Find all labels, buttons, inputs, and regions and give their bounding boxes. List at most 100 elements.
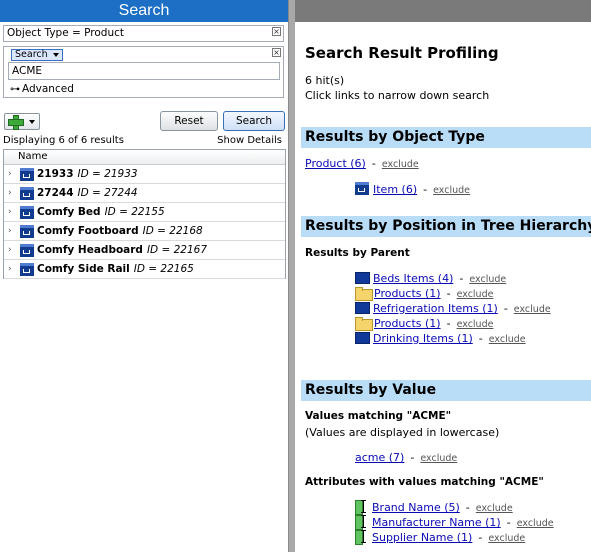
folder-icon — [355, 287, 373, 301]
product-link[interactable]: Product (6) — [305, 157, 366, 170]
reset-button[interactable]: Reset — [160, 111, 218, 131]
plus-icon — [8, 115, 24, 130]
value-link[interactable]: acme (7) — [355, 451, 404, 464]
advanced-label: Advanced — [22, 83, 74, 95]
folder-icon — [355, 317, 373, 331]
exclude-link[interactable]: exclude — [488, 533, 525, 544]
search-input[interactable]: ACME — [8, 62, 280, 80]
attribute-item: Manufacturer Name (1) - exclude — [355, 515, 554, 530]
search-mode-label: Search — [15, 49, 48, 60]
hint-text: Click links to narrow down search — [305, 89, 490, 102]
exclude-link[interactable]: exclude — [476, 503, 513, 514]
profiling-header-bar — [295, 0, 591, 22]
expand-icon[interactable]: › — [8, 184, 12, 202]
page-title: Search Result Profiling — [305, 44, 499, 62]
exclude-link[interactable]: exclude — [382, 159, 419, 170]
parent-item: Products (1) - exclude — [355, 317, 493, 331]
parent-link[interactable]: Products (1) — [374, 317, 441, 330]
search-button[interactable]: Search — [223, 111, 285, 131]
exclude-link[interactable]: exclude — [457, 319, 494, 330]
separator: - — [423, 183, 428, 196]
expand-icon[interactable]: › — [8, 241, 12, 259]
table-row[interactable]: › Comfy Bed ID = 22155 — [4, 203, 285, 222]
exclude-link[interactable]: exclude — [517, 518, 554, 529]
exclude-link[interactable]: exclude — [433, 185, 470, 196]
object-type-product: Product (6) - exclude — [305, 157, 419, 171]
key-icon: ⊶ — [10, 84, 20, 95]
separator: - — [478, 531, 483, 544]
object-type-filter[interactable]: Object Type = Product × — [3, 25, 284, 42]
table-row[interactable]: › Comfy Side Rail ID = 22165 — [4, 260, 285, 279]
product-icon — [20, 187, 35, 200]
table-row[interactable]: › Comfy Footboard ID = 22168 — [4, 222, 285, 241]
search-panel-title: Search — [0, 0, 288, 22]
separator: - — [465, 501, 470, 514]
object-type-filter-label: Object Type = Product — [7, 27, 124, 39]
expand-icon[interactable]: › — [8, 260, 12, 278]
search-mode-select[interactable]: Search — [11, 49, 63, 61]
panel-splitter[interactable] — [288, 0, 295, 552]
separator: - — [410, 451, 415, 464]
product-icon — [20, 206, 35, 219]
blue-box-icon — [355, 272, 370, 284]
section-heading-position: Results by Position in Tree Hierarchy — [301, 216, 591, 237]
expand-icon[interactable]: › — [8, 165, 12, 183]
attribute-item: Supplier Name (1) - exclude — [355, 530, 525, 545]
expand-icon[interactable]: › — [8, 222, 12, 240]
clear-filter-icon[interactable]: × — [272, 27, 281, 36]
parent-item: Beds Items (4) - exclude — [355, 272, 506, 286]
results-grid: Name › 21933 ID = 21933 › 27244 ID = 27244… — [3, 149, 286, 279]
blue-box-icon — [355, 302, 370, 314]
parent-item: Refrigeration Items (1) - exclude — [355, 302, 551, 316]
exclude-link[interactable]: exclude — [514, 304, 551, 315]
attribute-item: Brand Name (5) - exclude — [355, 500, 513, 515]
remove-criteria-icon[interactable]: × — [272, 48, 281, 57]
attribute-icon — [355, 500, 369, 515]
row-id: ID = 22155 — [104, 206, 165, 218]
parent-link[interactable]: Refrigeration Items (1) — [373, 302, 498, 315]
attribute-link[interactable]: Brand Name (5) — [372, 501, 460, 514]
row-name: Comfy Bed — [37, 206, 101, 218]
chevron-down-icon — [52, 52, 59, 57]
table-row[interactable]: › Comfy Headboard ID = 22167 — [4, 241, 285, 260]
separator: - — [446, 317, 451, 330]
column-header-name[interactable]: Name — [4, 150, 285, 165]
advanced-toggle[interactable]: ⊶ Advanced — [10, 83, 74, 95]
parent-link[interactable]: Drinking Items (1) — [373, 332, 473, 345]
product-icon — [355, 182, 370, 195]
row-id: ID = 21933 — [77, 168, 138, 180]
object-type-item: Item (6) - exclude — [355, 182, 470, 196]
attribute-icon — [355, 515, 369, 530]
section-heading-value: Results by Value — [301, 380, 591, 401]
section-heading-object-type: Results by Object Type — [301, 127, 591, 148]
values-matching-label: Values matching "ACME" — [305, 410, 452, 422]
row-name: Comfy Footboard — [37, 225, 139, 237]
item-link[interactable]: Item (6) — [373, 183, 417, 196]
row-name: Comfy Side Rail — [37, 263, 130, 275]
search-panel: Search Object Type = Product × × Search … — [0, 0, 288, 552]
separator: - — [478, 332, 483, 345]
parent-link[interactable]: Products (1) — [374, 287, 441, 300]
row-id: ID = 22165 — [133, 263, 194, 275]
separator: - — [503, 302, 508, 315]
search-criteria-box: × Search ACME ⊶ Advanced — [3, 46, 284, 98]
parent-item: Drinking Items (1) - exclude — [355, 332, 526, 346]
results-by-parent-label: Results by Parent — [305, 247, 410, 259]
table-row[interactable]: › 27244 ID = 27244 — [4, 184, 285, 203]
attribute-link[interactable]: Manufacturer Name (1) — [372, 516, 501, 529]
table-row[interactable]: › 21933 ID = 21933 — [4, 165, 285, 184]
expand-icon[interactable]: › — [8, 203, 12, 221]
row-id: ID = 22168 — [142, 225, 203, 237]
add-criteria-button[interactable] — [4, 113, 40, 130]
show-details-link[interactable]: Show Details — [217, 135, 282, 146]
profiling-panel: Search Result Profiling 6 hit(s) Click l… — [295, 0, 591, 552]
exclude-link[interactable]: exclude — [420, 453, 457, 464]
exclude-link[interactable]: exclude — [489, 334, 526, 345]
attributes-matching-label: Attributes with values matching "ACME" — [305, 476, 544, 488]
results-count: Displaying 6 of 6 results — [3, 135, 124, 146]
parent-link[interactable]: Beds Items (4) — [373, 272, 453, 285]
exclude-link[interactable]: exclude — [469, 274, 506, 285]
row-name: 27244 — [37, 187, 74, 199]
attribute-link[interactable]: Supplier Name (1) — [372, 531, 472, 544]
exclude-link[interactable]: exclude — [457, 289, 494, 300]
